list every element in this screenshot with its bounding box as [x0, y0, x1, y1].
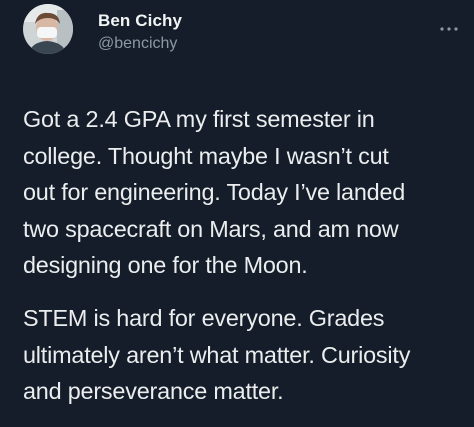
author-name[interactable]: Ben Cichy	[98, 10, 182, 32]
avatar-photo-icon	[23, 4, 73, 54]
tweet-line: designing one for the Moon.	[23, 252, 308, 279]
more-options-button[interactable]	[438, 22, 460, 36]
tweet-line: ultimately aren’t what matter. Curiosity	[23, 341, 411, 368]
tweet-line: college. Thought maybe I wasn’t cut	[23, 142, 389, 169]
author-handle[interactable]: @bencichy	[98, 34, 182, 54]
tweet-line: two spacecraft on Mars, and am now	[23, 215, 399, 242]
author-header: Ben Cichy @bencichy	[98, 10, 182, 54]
tweet-line: Got a 2.4 GPA my first semester in	[23, 106, 375, 132]
tweet-line: STEM is hard for everyone. Grades	[23, 305, 385, 331]
tweet-paragraph-2: STEM is hard for everyone. Grades ultima…	[23, 300, 468, 410]
author-avatar[interactable]	[23, 4, 73, 54]
tweet-line: out for engineering. Today I’ve landed	[23, 179, 406, 206]
more-horizontal-icon	[440, 27, 458, 31]
tweet-paragraph-1: Got a 2.4 GPA my first semester in colle…	[23, 101, 468, 284]
tweet-line: and perseverance matter.	[23, 378, 284, 405]
tweet-card: Ben Cichy @bencichy Got a 2.4 GPA my fir…	[0, 0, 474, 427]
